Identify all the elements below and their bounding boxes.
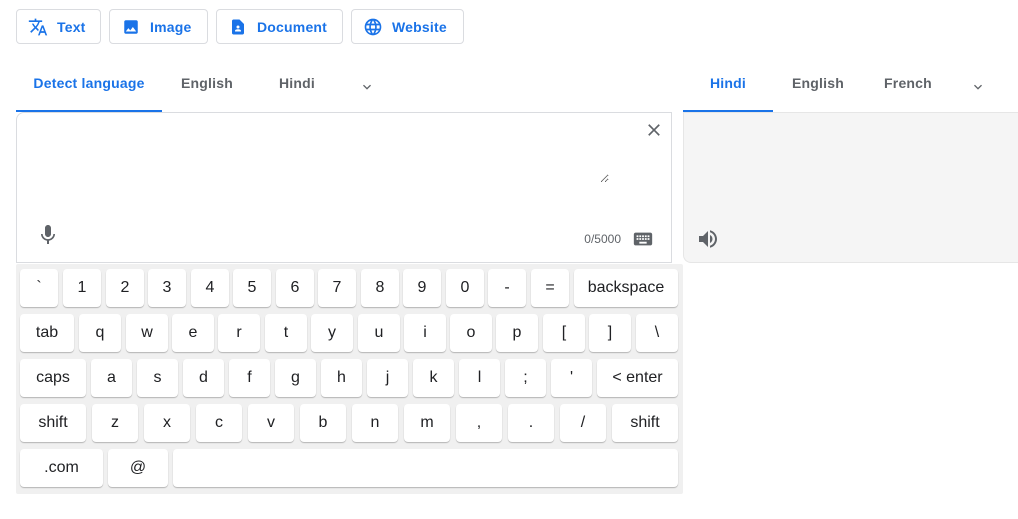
key-v[interactable]: v — [248, 404, 294, 442]
tab-target-english[interactable]: English — [780, 64, 856, 112]
key-2[interactable]: 2 — [106, 269, 144, 307]
tab-source-hindi[interactable]: Hindi — [262, 64, 332, 112]
key-h[interactable]: h — [321, 359, 362, 397]
key-a[interactable]: a — [91, 359, 132, 397]
key-enter[interactable]: < enter — [597, 359, 678, 397]
chevron-down-icon[interactable] — [359, 79, 375, 95]
key-o[interactable]: o — [450, 314, 492, 352]
key-d[interactable]: d — [183, 359, 224, 397]
tab-label: Detect language — [33, 75, 145, 91]
key-m[interactable]: m — [404, 404, 450, 442]
keyboard-icon[interactable] — [632, 228, 654, 250]
key-period[interactable]: . — [508, 404, 554, 442]
image-mode-label: Image — [150, 18, 192, 35]
virtual-keyboard: ` 1 2 3 4 5 6 7 8 9 0 - = backspace tab … — [16, 264, 683, 494]
source-text-panel: 0/5000 — [16, 112, 672, 263]
tab-label: Hindi — [279, 75, 315, 91]
key-semicolon[interactable]: ; — [505, 359, 546, 397]
source-text-input[interactable] — [33, 123, 609, 183]
key-equals[interactable]: = — [531, 269, 569, 307]
tab-label: English — [792, 75, 844, 91]
tab-target-french[interactable]: French — [872, 64, 944, 112]
key-u[interactable]: u — [358, 314, 400, 352]
website-mode-button[interactable]: Website — [351, 9, 464, 44]
tab-label: French — [884, 75, 932, 91]
website-mode-label: Website — [392, 18, 447, 35]
key-s[interactable]: s — [137, 359, 178, 397]
image-mode-button[interactable]: Image — [109, 9, 208, 44]
text-mode-button[interactable]: Text — [16, 9, 101, 44]
tab-label: English — [181, 75, 233, 91]
tab-label: Hindi — [710, 75, 746, 91]
globe-icon — [363, 17, 383, 37]
key-9[interactable]: 9 — [403, 269, 441, 307]
key-3[interactable]: 3 — [148, 269, 186, 307]
key-k[interactable]: k — [413, 359, 454, 397]
key-5[interactable]: 5 — [233, 269, 271, 307]
key-0[interactable]: 0 — [446, 269, 484, 307]
key-quote[interactable]: ' — [551, 359, 592, 397]
translate-icon — [28, 17, 48, 37]
translation-output-panel — [683, 112, 1018, 263]
key-backslash[interactable]: \ — [636, 314, 678, 352]
key-j[interactable]: j — [367, 359, 408, 397]
key-w[interactable]: w — [126, 314, 168, 352]
tab-target-hindi[interactable]: Hindi — [683, 64, 773, 112]
key-g[interactable]: g — [275, 359, 316, 397]
key-slash[interactable]: / — [560, 404, 606, 442]
key-z[interactable]: z — [92, 404, 138, 442]
key-c[interactable]: c — [196, 404, 242, 442]
key-caps[interactable]: caps — [20, 359, 86, 397]
key-r[interactable]: r — [218, 314, 260, 352]
chevron-down-icon[interactable] — [970, 79, 986, 95]
character-counter: 0/5000 — [584, 232, 621, 246]
key-shift-right[interactable]: shift — [612, 404, 678, 442]
key-4[interactable]: 4 — [191, 269, 229, 307]
key-t[interactable]: t — [265, 314, 307, 352]
key-backtick[interactable]: ` — [20, 269, 58, 307]
document-mode-button[interactable]: Document — [216, 9, 343, 44]
key-dotcom[interactable]: .com — [20, 449, 103, 487]
key-shift-left[interactable]: shift — [20, 404, 86, 442]
key-6[interactable]: 6 — [276, 269, 314, 307]
key-tab[interactable]: tab — [20, 314, 74, 352]
key-e[interactable]: e — [172, 314, 214, 352]
key-b[interactable]: b — [300, 404, 346, 442]
key-x[interactable]: x — [144, 404, 190, 442]
microphone-icon[interactable] — [36, 223, 60, 247]
close-icon[interactable] — [644, 120, 664, 140]
tab-detect-language[interactable]: Detect language — [16, 64, 162, 112]
tab-source-english[interactable]: English — [170, 64, 244, 112]
speaker-icon[interactable] — [696, 227, 720, 251]
key-n[interactable]: n — [352, 404, 398, 442]
key-space[interactable] — [173, 449, 678, 487]
key-1[interactable]: 1 — [63, 269, 101, 307]
key-p[interactable]: p — [496, 314, 538, 352]
key-q[interactable]: q — [79, 314, 121, 352]
key-i[interactable]: i — [404, 314, 446, 352]
key-l[interactable]: l — [459, 359, 500, 397]
key-backspace[interactable]: backspace — [574, 269, 678, 307]
key-7[interactable]: 7 — [318, 269, 356, 307]
document-icon — [228, 17, 248, 37]
key-comma[interactable]: , — [456, 404, 502, 442]
document-mode-label: Document — [257, 18, 328, 35]
key-8[interactable]: 8 — [361, 269, 399, 307]
image-icon — [121, 17, 141, 37]
text-mode-label: Text — [57, 18, 86, 35]
key-at[interactable]: @ — [108, 449, 168, 487]
key-y[interactable]: y — [311, 314, 353, 352]
key-f[interactable]: f — [229, 359, 270, 397]
key-minus[interactable]: - — [488, 269, 526, 307]
key-left-bracket[interactable]: [ — [543, 314, 585, 352]
key-right-bracket[interactable]: ] — [589, 314, 631, 352]
